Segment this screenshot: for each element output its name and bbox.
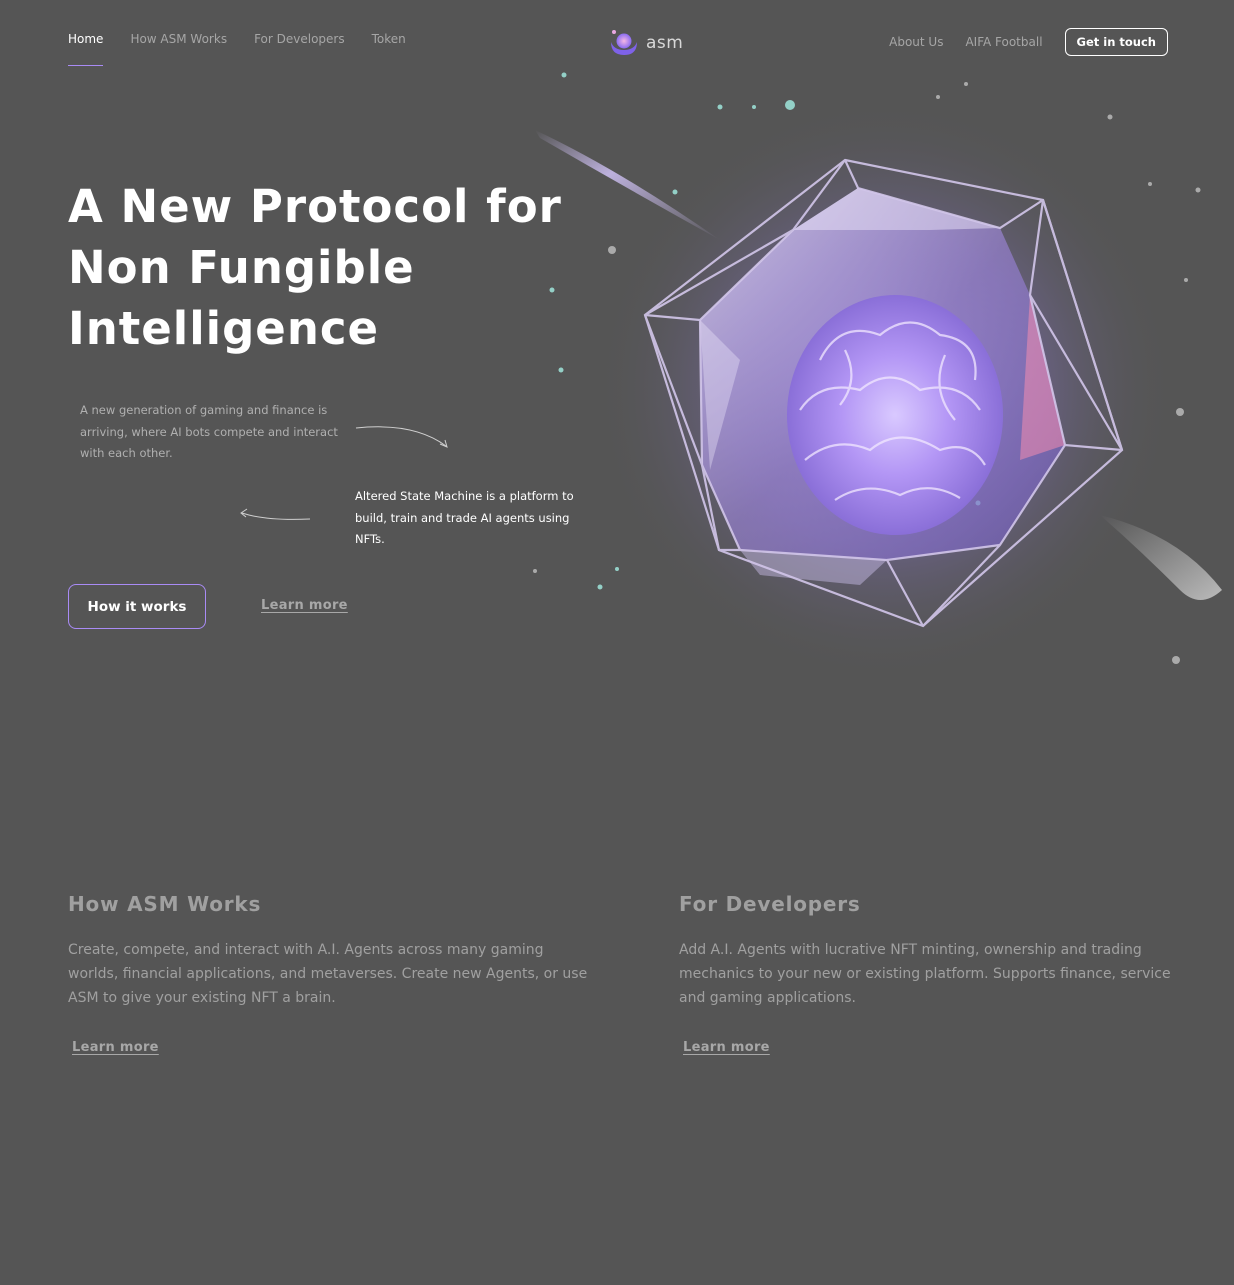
get-in-touch-button[interactable]: Get in touch [1064,28,1168,56]
nav-about-us[interactable]: About Us [889,35,943,49]
nav-aifa-football[interactable]: AIFA Football [965,35,1042,49]
hero-title-line-1: A New Protocol for [68,180,562,233]
arrow-right-icon [355,426,448,448]
logo[interactable]: asm [608,28,683,58]
logo-text: asm [646,33,684,53]
page: Home How ASM Works For Developers Token … [0,0,1234,1285]
for-developers-learn-more-link[interactable]: Learn more [683,1040,770,1055]
arrow-left-icon [240,508,311,520]
logo-icon [611,30,637,55]
section-title-how-asm-works: How ASM Works [68,892,262,916]
hero-intro-text: A new generation of gaming and finance i… [80,403,338,460]
how-it-works-button[interactable]: How it works [68,584,206,629]
hero-title: A New Protocol for Non Fungible Intellig… [68,176,628,359]
main-nav-left: Home How ASM Works For Developers Token [68,32,406,66]
hero-title-line-2: Non Fungible [68,241,415,294]
nav-token[interactable]: Token [372,32,406,52]
main-nav-right: About Us AIFA Football Get in touch [889,28,1168,56]
hero-crystal-illustration [533,72,1222,680]
hero-learn-more-link[interactable]: Learn more [261,598,348,613]
section-text-for-developers: Add A.I. Agents with lucrative NFT minti… [679,942,1171,1006]
asm-description-text: Altered State Machine is a platform to b… [355,489,574,546]
hero-title-line-3: Intelligence [68,302,380,355]
section-text-how-asm-works: Create, compete, and interact with A.I. … [68,942,588,1006]
section-title-for-developers: For Developers [679,892,861,916]
nav-for-developers[interactable]: For Developers [254,32,345,52]
nav-how-asm-works[interactable]: How ASM Works [130,32,227,52]
nav-home[interactable]: Home [68,32,104,66]
how-asm-works-learn-more-link[interactable]: Learn more [72,1040,159,1055]
